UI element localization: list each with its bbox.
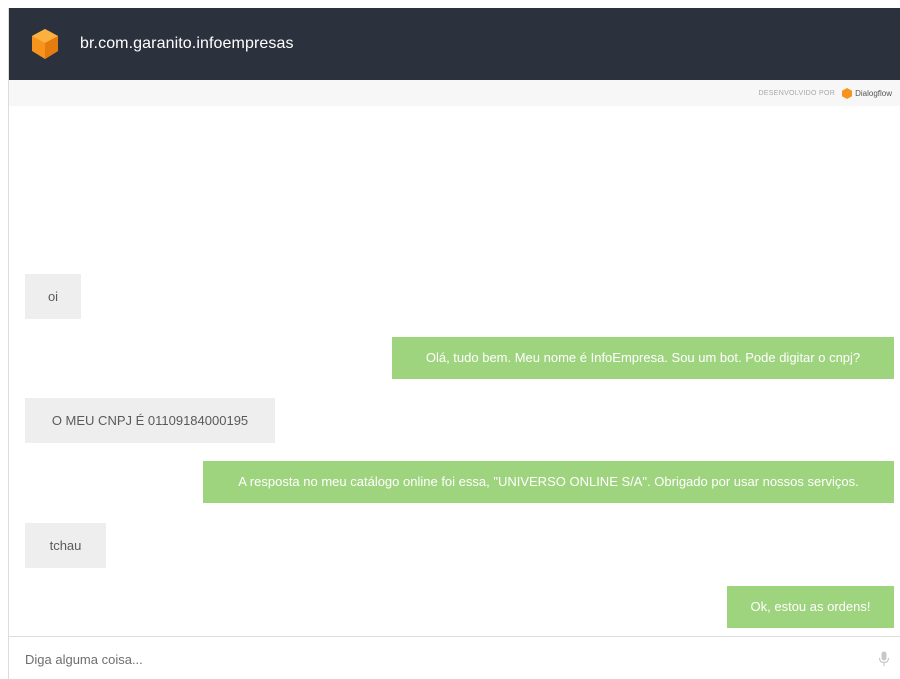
user-message: oi [25,274,81,319]
message-list: oi Olá, tudo bem. Meu nome é InfoEmpresa… [9,106,900,636]
dialogflow-brand: Dialogflow [855,88,892,98]
dialogflow-icon [842,87,853,99]
message-text: A resposta no meu catálogo online foi es… [238,474,859,490]
bot-message: Olá, tudo bem. Meu nome é InfoEmpresa. S… [392,337,894,379]
message-text: Olá, tudo bem. Meu nome é InfoEmpresa. S… [425,350,861,366]
chat-window: br.com.garanito.infoempresas DESENVOLVID… [8,8,900,679]
message-text: Ok, estou as ordens! [750,599,871,615]
bot-message: Ok, estou as ordens! [727,586,894,628]
input-bar [9,636,900,679]
powered-by-label: DESENVOLVIDO POR [758,89,836,97]
powered-by-bar: DESENVOLVIDO POR Dialogflow [9,80,900,106]
message-text: tchau [49,537,82,553]
page-title: br.com.garanito.infoempresas [80,35,294,52]
message-input[interactable] [23,645,847,673]
bot-message: A resposta no meu catálogo online foi es… [203,461,894,503]
user-message: O MEU CNPJ É 01109184000195 [25,398,275,443]
app-header: br.com.garanito.infoempresas [9,8,900,80]
cube-icon [32,29,58,59]
user-message: tchau [25,523,106,568]
message-text: oi [47,288,59,304]
microphone-icon[interactable] [878,651,890,667]
message-text: O MEU CNPJ É 01109184000195 [51,412,249,428]
